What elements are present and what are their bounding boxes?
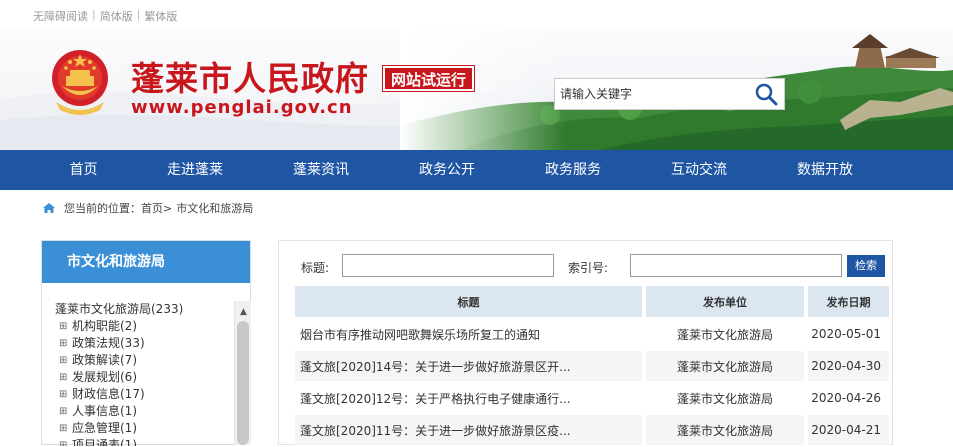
expand-icon[interactable]: ⊞ <box>59 403 70 420</box>
tree-item[interactable]: ⊞ 财政信息(17) <box>55 386 237 403</box>
main-nav: 首页 走进蓬莱 蓬莱资讯 政务公开 政务服务 互动交流 数据开放 <box>0 150 953 190</box>
row-unit: 蓬莱市文化旅游局 <box>646 383 808 413</box>
nav-home[interactable]: 首页 <box>35 150 132 190</box>
tree-item[interactable]: ⊞ 发展规划(6) <box>55 369 237 386</box>
breadcrumb-separator: > <box>163 201 173 215</box>
index-filter-label: 索引号: <box>568 261 609 275</box>
sidebar-scrollbar[interactable]: ▲ <box>234 301 251 445</box>
breadcrumb: 您当前的位置： 首页 > 市文化和旅游局 <box>42 200 253 216</box>
tree-root[interactable]: 蓬莱市文化旅游局(233) <box>55 301 237 318</box>
tree-item-label: 机构职能(2) <box>72 319 137 333</box>
column-header-date: 发布日期 <box>808 286 889 317</box>
tree-item-label: 政策法规(33) <box>72 336 145 350</box>
row-title-link[interactable]: 蓬文旅[2020]11号：关于进一步做好旅游景区疫... <box>295 415 646 445</box>
breadcrumb-prefix: 您当前的位置： <box>64 202 141 215</box>
sidebar: 市文化和旅游局 蓬莱市文化旅游局(233) ⊞ 机构职能(2) ⊞ 政策法规(33)… <box>41 240 251 446</box>
search-input[interactable] <box>555 79 751 109</box>
filter-bar: 标题: 索引号: 检索 <box>279 253 894 279</box>
tree-item[interactable]: ⊞ 政策解读(7) <box>55 352 237 369</box>
sidebar-title: 市文化和旅游局 <box>42 241 250 283</box>
tree-item-label: 政策解读(7) <box>72 353 137 367</box>
row-unit: 蓬莱市文化旅游局 <box>646 319 808 349</box>
table-row: 蓬文旅[2020]11号：关于进一步做好旅游景区疫... 蓬莱市文化旅游局 20… <box>295 415 889 445</box>
nav-government-affairs[interactable]: 政务公开 <box>384 150 510 190</box>
row-unit: 蓬莱市文化旅游局 <box>646 351 808 381</box>
row-date: 2020-04-30 <box>808 351 889 381</box>
expand-icon[interactable]: ⊞ <box>59 386 70 403</box>
nav-government-services[interactable]: 政务服务 <box>510 150 636 190</box>
site-search <box>554 78 785 110</box>
row-title-link[interactable]: 蓬文旅[2020]12号：关于严格执行电子健康通行... <box>295 383 646 413</box>
document-list-panel: 标题: 索引号: 检索 标题 发布单位 发布日期 烟台市有序推动网吧歌舞娱乐场所… <box>278 240 893 445</box>
tree-item[interactable]: ⊞ 机构职能(2) <box>55 318 237 335</box>
tree-item[interactable]: ⊞ 政策法规(33) <box>55 335 237 352</box>
row-date: 2020-05-01 <box>808 319 889 349</box>
column-header-title: 标题 <box>295 286 646 317</box>
tree-item-label: 应急管理(1) <box>72 421 137 435</box>
simplified-chinese-link[interactable]: 简体版 <box>100 8 133 24</box>
utility-links: 无障碍阅读 | 简体版 | 繁体版 <box>33 8 177 24</box>
table-row: 烟台市有序推动网吧歌舞娱乐场所复工的通知 蓬莱市文化旅游局 2020-05-01 <box>295 319 889 349</box>
scroll-up-arrow-icon[interactable]: ▲ <box>235 306 252 318</box>
document-table: 标题 发布单位 发布日期 烟台市有序推动网吧歌舞娱乐场所复工的通知 蓬莱市文化旅… <box>295 284 889 447</box>
title-filter-label: 标题: <box>301 261 330 275</box>
row-date: 2020-04-26 <box>808 383 889 413</box>
home-icon <box>43 203 55 213</box>
search-icon[interactable] <box>754 82 778 106</box>
expand-icon[interactable]: ⊞ <box>59 352 70 369</box>
accessibility-link[interactable]: 无障碍阅读 <box>33 8 88 24</box>
nav-interaction[interactable]: 互动交流 <box>636 150 762 190</box>
divider: | <box>136 8 141 21</box>
table-row: 蓬文旅[2020]12号：关于严格执行电子健康通行... 蓬莱市文化旅游局 20… <box>295 383 889 413</box>
top-utility-bar: 无障碍阅读 | 简体版 | 繁体版 <box>0 0 953 30</box>
row-date: 2020-04-21 <box>808 415 889 445</box>
row-title-link[interactable]: 烟台市有序推动网吧歌舞娱乐场所复工的通知 <box>295 319 646 349</box>
site-title: 蓬莱市人民政府 <box>131 59 369 98</box>
expand-icon[interactable]: ⊞ <box>59 369 70 386</box>
title-filter-input[interactable] <box>342 254 554 277</box>
breadcrumb-home-link[interactable]: 首页 <box>141 200 163 216</box>
index-filter-input[interactable] <box>630 254 842 277</box>
nav-news[interactable]: 蓬莱资讯 <box>258 150 384 190</box>
nav-about-penglai[interactable]: 走进蓬莱 <box>132 150 258 190</box>
search-button[interactable]: 检索 <box>847 255 885 277</box>
tree-item-label: 人事信息(1) <box>72 404 137 418</box>
tree-item-label: 财政信息(17) <box>72 387 145 401</box>
expand-icon[interactable]: ⊞ <box>59 335 70 352</box>
tree-item[interactable]: ⊞ 应急管理(1) <box>55 420 237 437</box>
nav-open-data[interactable]: 数据开放 <box>762 150 888 190</box>
trial-run-badge: 网站试运行 <box>383 66 475 91</box>
scroll-thumb[interactable] <box>237 321 249 445</box>
category-tree: 蓬莱市文化旅游局(233) ⊞ 机构职能(2) ⊞ 政策法规(33) ⊞ 政策解读(7… <box>42 301 237 446</box>
tree-item-label: 发展规划(6) <box>72 370 137 384</box>
table-row: 蓬文旅[2020]14号：关于进一步做好旅游景区开... 蓬莱市文化旅游局 20… <box>295 351 889 381</box>
traditional-chinese-link[interactable]: 繁体版 <box>144 8 177 24</box>
site-url: www.penglai.gov.cn <box>131 97 353 118</box>
row-title-link[interactable]: 蓬文旅[2020]14号：关于进一步做好旅游景区开... <box>295 351 646 381</box>
header-banner: 蓬莱市人民政府 网站试运行 www.penglai.gov.cn <box>0 30 953 150</box>
row-unit: 蓬莱市文化旅游局 <box>646 415 808 445</box>
expand-icon[interactable]: ⊞ <box>59 420 70 437</box>
expand-icon[interactable]: ⊞ <box>59 318 70 335</box>
tree-item[interactable]: ⊞ 人事信息(1) <box>55 403 237 420</box>
column-header-unit: 发布单位 <box>646 286 808 317</box>
divider: | <box>92 8 96 21</box>
national-emblem-logo <box>52 50 108 115</box>
table-header-row: 标题 发布单位 发布日期 <box>295 286 889 317</box>
breadcrumb-current: 市文化和旅游局 <box>176 202 254 215</box>
